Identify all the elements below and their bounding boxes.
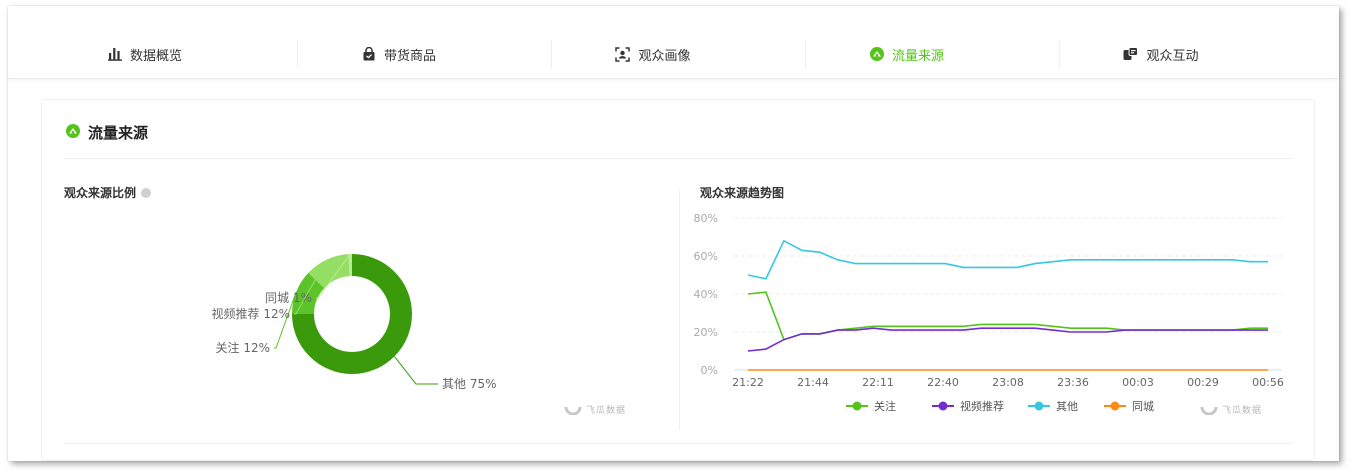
pie-slice-label: 关注 12% xyxy=(216,340,271,355)
pie-leader-line xyxy=(394,356,438,385)
panel-divider xyxy=(679,190,680,430)
tab-label: 带货商品 xyxy=(383,48,436,64)
legend-swatch-dot xyxy=(852,401,862,411)
legend-item-label[interactable]: 关注 xyxy=(874,399,896,413)
bar-chart-icon xyxy=(107,47,122,61)
watermark: 飞瓜数据 xyxy=(564,400,626,419)
tab-products[interactable]: 带货商品 xyxy=(272,34,526,74)
legend-item-label[interactable]: 其他 xyxy=(1056,400,1078,413)
tab-traffic-source[interactable]: 流量来源 xyxy=(780,34,1034,74)
traffic-source-card: 流量来源 观众来源比例 其他 75% 关注 12% 视频推荐 12% 同城 1% 飞瓜… xyxy=(41,99,1315,461)
x-tick-label: 00:56 xyxy=(1252,376,1284,389)
tab-label: 流量来源 xyxy=(891,48,944,64)
watermark-text: 飞瓜数据 xyxy=(1222,406,1263,416)
pie-slice-label: 其他 75% xyxy=(442,377,497,391)
x-tick-label: 23:08 xyxy=(992,376,1024,389)
section-title: 流量来源 xyxy=(66,122,148,143)
x-tick-label: 23:36 xyxy=(1057,376,1089,389)
section-title-text: 流量来源 xyxy=(88,124,149,142)
x-tick-label: 22:40 xyxy=(927,376,959,389)
pie-slice-label: 视频推荐 12% xyxy=(212,306,291,321)
help-icon[interactable] xyxy=(141,187,152,198)
face-scan-icon xyxy=(615,46,631,62)
bottom-divider xyxy=(64,443,1292,444)
watermark-text: 飞瓜数据 xyxy=(586,406,627,416)
tab-label: 数据概览 xyxy=(129,48,182,64)
title-divider xyxy=(64,158,1292,159)
tab-label: 观众画像 xyxy=(638,48,691,64)
x-tick-label: 22:11 xyxy=(862,376,894,389)
pie-panel-title-text: 观众来源比例 xyxy=(64,186,137,200)
series-line-2[interactable] xyxy=(747,239,1268,280)
legend-swatch-dot xyxy=(938,401,948,411)
watermark: 飞瓜数据 xyxy=(1200,400,1262,419)
y-tick-label: 60% xyxy=(694,250,718,263)
source-icon xyxy=(66,123,80,142)
x-tick-label: 00:29 xyxy=(1187,376,1219,389)
feigua-logo-icon xyxy=(564,400,582,419)
x-tick-label: 00:03 xyxy=(1122,376,1154,389)
legend-swatch-dot xyxy=(1110,401,1120,411)
pie-panel-title: 观众来源比例 xyxy=(64,184,152,201)
tab-audience-interaction[interactable]: 观众互动 xyxy=(1034,34,1288,74)
line-panel-title: 观众来源趋势图 xyxy=(700,184,784,201)
source-icon xyxy=(869,47,884,61)
y-tick-label: 40% xyxy=(694,288,718,301)
pie-slice-label: 同城 1% xyxy=(265,291,312,305)
x-tick-label: 21:44 xyxy=(797,376,829,389)
shopping-bag-icon xyxy=(362,47,376,61)
legend-swatch-dot xyxy=(1034,401,1044,411)
page-frame: 数据概览 带货商品 观众画像 流量来源 观众互动 流量来源 观众来源比例 其他 … xyxy=(8,6,1339,461)
y-tick-label: 80% xyxy=(694,212,718,225)
legend-item-label[interactable]: 同城 xyxy=(1132,400,1154,413)
legend-item-label[interactable]: 视频推荐 xyxy=(960,399,1004,413)
y-tick-label: 0% xyxy=(701,364,718,377)
feigua-logo-icon xyxy=(1200,400,1218,419)
trend-line-chart: 0% 20% 40% 60% 80% 21:22 21:44 22:11 22:40 23:08 2… xyxy=(694,212,1284,413)
tab-data-overview[interactable]: 数据概览 xyxy=(18,34,272,74)
tab-bar: 数据概览 带货商品 观众画像 流量来源 观众互动 xyxy=(8,6,1339,79)
y-tick-label: 20% xyxy=(694,326,718,339)
tab-audience-profile[interactable]: 观众画像 xyxy=(526,34,780,74)
line-panel-title-text: 观众来源趋势图 xyxy=(700,186,785,200)
donut-chart: 其他 75% 关注 12% 视频推荐 12%同城 1% xyxy=(212,253,497,391)
tab-label: 观众互动 xyxy=(1146,48,1199,64)
x-tick-label: 21:22 xyxy=(732,376,764,389)
interaction-icon xyxy=(1123,47,1139,61)
